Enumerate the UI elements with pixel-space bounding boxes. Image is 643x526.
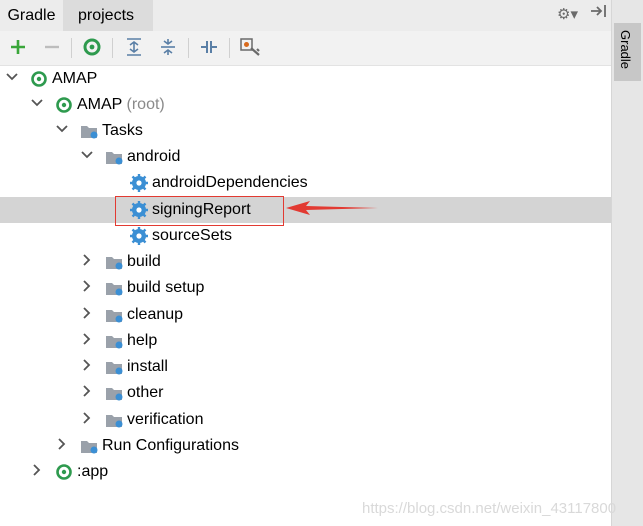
chevron-down-icon[interactable] <box>56 122 68 136</box>
tree-node-label: AMAP <box>52 70 98 87</box>
tree-node-run-configurations[interactable]: Run Configurations <box>0 433 611 459</box>
right-tool-strip: Gradle <box>611 0 643 526</box>
task-folder-icon <box>81 126 98 139</box>
chevron-right-icon[interactable] <box>81 253 93 267</box>
toggle-offline-icon[interactable] <box>197 35 221 59</box>
tree-node-amap-root[interactable]: AMAP (root) <box>0 92 611 118</box>
task-folder-icon <box>81 441 98 454</box>
tree-node-label: Tasks <box>102 122 143 139</box>
chevron-right-icon[interactable] <box>81 384 93 398</box>
tree-node-label: sourceSets <box>152 227 233 244</box>
remove-icon[interactable] <box>40 35 64 59</box>
expand-all-icon[interactable] <box>122 35 146 59</box>
tree-node-label: AMAP (root) <box>77 96 165 113</box>
chevron-right-icon[interactable] <box>31 463 43 477</box>
tree-node-install[interactable]: install <box>0 354 611 380</box>
tree-node-build[interactable]: build <box>0 249 611 275</box>
tree-node-other[interactable]: other <box>0 380 611 406</box>
tree-node-build-setup[interactable]: build setup <box>0 275 611 301</box>
task-folder-icon <box>106 336 123 349</box>
tree-node-label: Run Configurations <box>102 437 239 454</box>
chevron-right-icon[interactable] <box>56 437 68 451</box>
chevron-right-icon[interactable] <box>81 411 93 425</box>
tree-node-label: other <box>127 384 164 401</box>
tree-node-android[interactable]: android <box>0 144 611 170</box>
hide-panel-icon[interactable] <box>590 3 608 23</box>
chevron-right-icon[interactable] <box>81 306 93 320</box>
tree-node-cleanup[interactable]: cleanup <box>0 302 611 328</box>
tree-node-label: android <box>127 148 181 165</box>
side-tab-gradle[interactable]: Gradle <box>614 23 641 81</box>
tree-node-app[interactable]: :app <box>0 459 611 485</box>
task-folder-icon <box>106 310 123 323</box>
gear-icon <box>130 174 148 192</box>
tree-node-tasks[interactable]: Tasks <box>0 118 611 144</box>
gradle-tree: AMAP AMAP (root) Tasks android androidDe… <box>0 66 616 526</box>
gradle-icon <box>56 464 72 480</box>
settings-icon[interactable] <box>238 35 262 59</box>
tab-gradle[interactable]: Gradle <box>0 0 63 31</box>
tree-node-label: build <box>127 253 161 270</box>
tree-node-android-dependencies[interactable]: androidDependencies <box>0 170 611 196</box>
task-folder-icon <box>106 283 123 296</box>
tree-node-label: cleanup <box>127 306 184 323</box>
tree-node-label: androidDependencies <box>152 174 308 191</box>
chevron-down-icon[interactable] <box>31 96 43 110</box>
tool-window-header: Gradle projects ⚙▾ <box>0 0 611 31</box>
tree-node-amap[interactable]: AMAP <box>0 66 611 92</box>
tree-node-label: verification <box>127 411 204 428</box>
side-tab-label: Gradle <box>618 30 633 70</box>
red-arrow-icon <box>286 201 378 215</box>
chevron-down-icon[interactable] <box>81 148 93 162</box>
chevron-right-icon[interactable] <box>81 358 93 372</box>
task-folder-icon <box>106 415 123 428</box>
tree-node-help[interactable]: help <box>0 328 611 354</box>
add-icon[interactable] <box>6 35 30 59</box>
gradle-icon <box>31 71 47 87</box>
task-folder-icon <box>106 257 123 270</box>
chevron-right-icon[interactable] <box>81 332 93 346</box>
tree-node-verification[interactable]: verification <box>0 407 611 433</box>
tree-node-label: :app <box>77 463 109 480</box>
highlight-box <box>115 196 284 226</box>
task-folder-icon <box>106 362 123 375</box>
tree-node-source-sets[interactable]: sourceSets <box>0 223 611 249</box>
task-folder-icon <box>106 388 123 401</box>
settings-gear-dropdown-icon[interactable]: ⚙▾ <box>557 5 578 23</box>
task-folder-icon <box>106 152 123 165</box>
collapse-all-icon[interactable] <box>156 35 180 59</box>
tree-node-label: build setup <box>127 279 205 296</box>
chevron-down-icon[interactable] <box>6 70 18 84</box>
refresh-icon[interactable] <box>80 35 104 59</box>
gradle-toolbar <box>0 31 611 66</box>
chevron-right-icon[interactable] <box>81 279 93 293</box>
gradle-icon <box>56 97 72 113</box>
watermark: https://blog.csdn.net/weixin_43117800 <box>362 500 617 517</box>
tab-projects[interactable]: projects <box>63 0 153 31</box>
tree-node-label: install <box>127 358 168 375</box>
tree-node-label: help <box>127 332 158 349</box>
gear-icon <box>130 227 148 245</box>
